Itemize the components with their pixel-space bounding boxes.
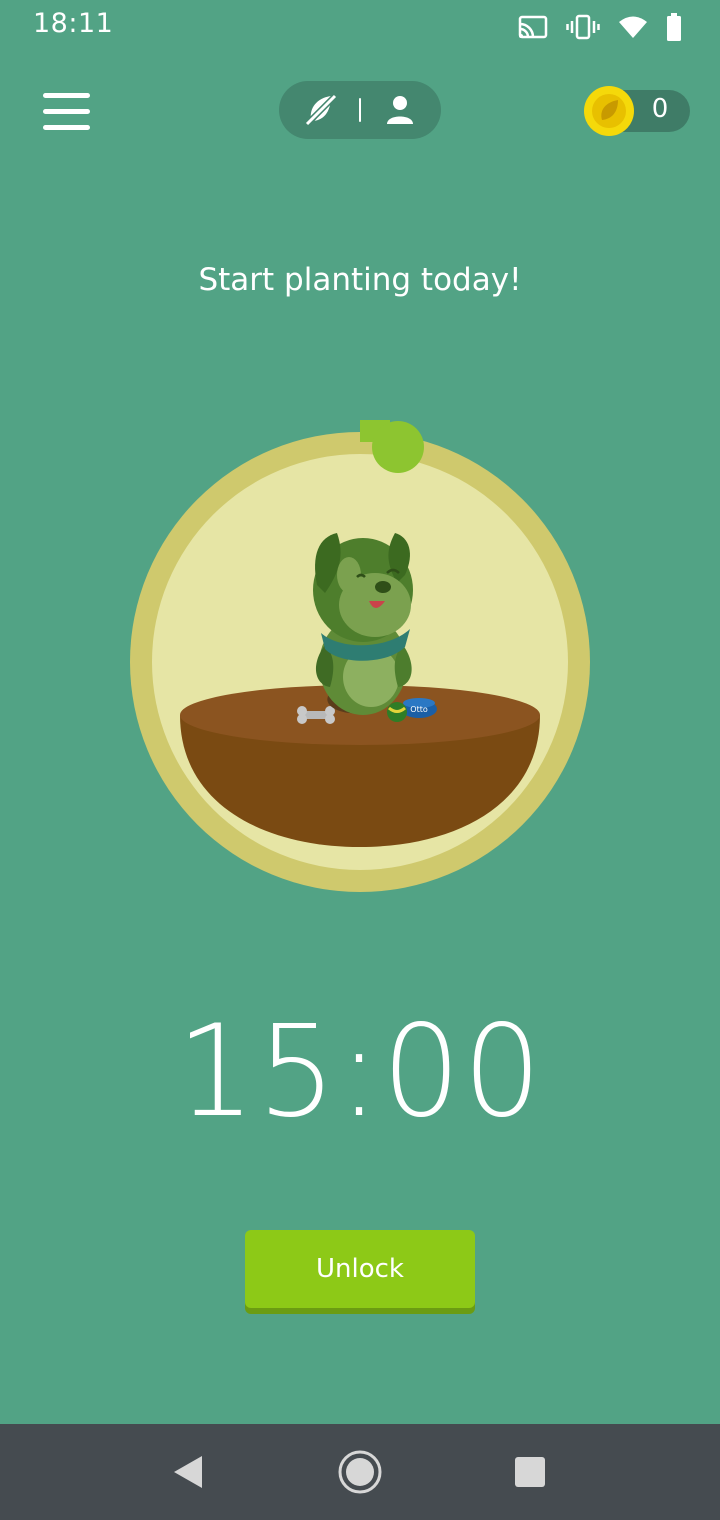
- hamburger-menu-icon-bar-middle: [43, 109, 90, 114]
- vibrate-icon: [566, 14, 600, 40]
- cast-icon: [518, 15, 548, 39]
- no-phone-leaf-icon: [304, 93, 338, 127]
- person-icon: [387, 96, 413, 124]
- status-bar: 18:11: [0, 0, 720, 54]
- page-title: Start planting today!: [198, 262, 522, 298]
- home-circle-icon: [338, 1450, 382, 1494]
- dog-tree-illustration: [313, 533, 413, 715]
- coin-count: 0: [651, 94, 669, 124]
- menu-button[interactable]: [40, 88, 94, 134]
- hamburger-menu-icon-bar-top: [43, 93, 90, 98]
- status-icons: [518, 12, 682, 42]
- coin-icon: [584, 86, 634, 136]
- countdown-timer: 15:00: [176, 998, 544, 1146]
- tree-progress-ring: Otto: [130, 420, 590, 892]
- pet-bowl-label: Otto: [410, 705, 428, 714]
- ball-toy: [387, 702, 407, 722]
- recents-square-icon: [515, 1457, 545, 1487]
- unlock-button[interactable]: Unlock: [245, 1230, 475, 1308]
- mode-toggle-divider: [359, 98, 361, 122]
- home-button[interactable]: [336, 1448, 384, 1496]
- back-triangle-icon: [174, 1456, 202, 1488]
- back-button[interactable]: [166, 1448, 214, 1496]
- no-phone-mode-button[interactable]: [301, 90, 341, 130]
- wifi-icon: [619, 16, 647, 38]
- friends-mode-button[interactable]: [380, 90, 420, 130]
- battery-icon: [667, 13, 681, 41]
- recents-button[interactable]: [506, 1448, 554, 1496]
- system-nav-bar: [0, 1424, 720, 1520]
- progress-knob[interactable]: [372, 421, 424, 473]
- mode-toggle: [279, 81, 441, 139]
- status-time: 18:11: [33, 8, 114, 39]
- hamburger-menu-icon-bar-bottom: [43, 125, 90, 130]
